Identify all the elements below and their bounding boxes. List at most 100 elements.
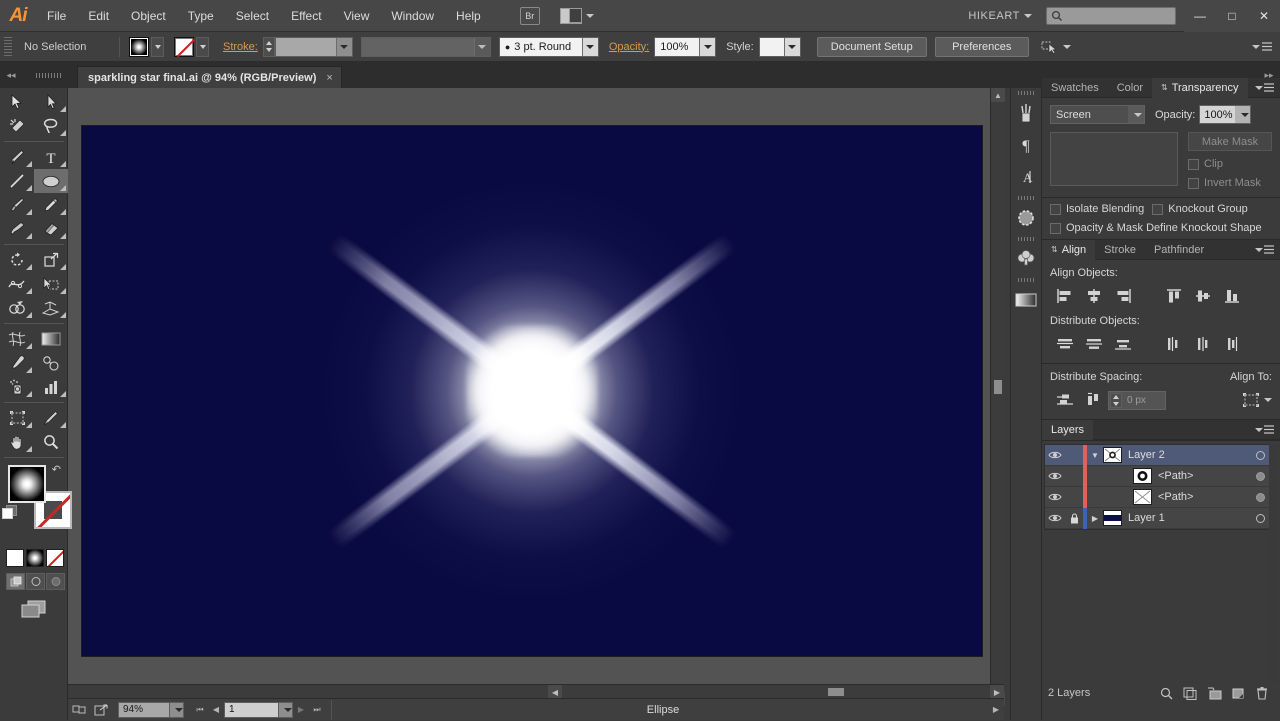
tool-slice-tool[interactable] (34, 406, 68, 430)
create-sublayer-icon[interactable] (1202, 682, 1226, 704)
brushes-icon[interactable] (1011, 97, 1041, 129)
tool-shape-builder-tool[interactable] (0, 296, 34, 320)
clip-checkbox[interactable] (1188, 158, 1199, 170)
scroll-right-icon[interactable]: ▶ (990, 685, 1004, 699)
tool-ellipse-tool[interactable] (34, 169, 68, 193)
lock-toggle[interactable] (1065, 487, 1083, 508)
screen-mode-button[interactable] (0, 590, 67, 618)
menu-type[interactable]: Type (177, 0, 225, 32)
tool-paintbrush-tool[interactable] (0, 193, 34, 217)
tab-transparency[interactable]: ⇅ Transparency (1152, 77, 1248, 98)
tool-artboard-tool[interactable] (0, 406, 34, 430)
document-horizontal-scrollbar[interactable]: ◀ ▶ (68, 684, 1004, 699)
gradient-icon[interactable] (1011, 284, 1041, 316)
stroke-swatch-dropdown[interactable] (196, 36, 209, 57)
gradient-mode-button[interactable] (26, 549, 44, 567)
tool-column-graph-tool[interactable] (34, 375, 68, 399)
knockout-group-checkbox[interactable] (1152, 203, 1164, 215)
chevron-down-icon[interactable] (1128, 106, 1144, 123)
chevron-down-icon[interactable] (473, 37, 490, 56)
stroke-weight-label[interactable]: Stroke: (223, 41, 258, 53)
menu-file[interactable]: File (36, 0, 77, 32)
layer-name[interactable]: <Path> (1158, 470, 1243, 482)
stroke-color-swatch[interactable] (174, 36, 194, 57)
chevron-down-icon[interactable] (783, 37, 800, 56)
lock-toggle-icon[interactable] (1065, 508, 1083, 529)
layers-scrollbar[interactable] (1269, 444, 1278, 683)
close-icon[interactable]: × (326, 72, 332, 84)
artboard-number-input[interactable]: 1 (224, 701, 279, 718)
isolate-blending-row[interactable]: Isolate Blending (1050, 203, 1144, 215)
previous-artboard-button[interactable]: ◀ (208, 699, 224, 721)
draw-behind-button[interactable] (26, 573, 45, 590)
make-mask-button[interactable]: Make Mask (1188, 132, 1272, 151)
stroke-weight-combo[interactable] (274, 36, 353, 57)
status-menu-button[interactable]: ▶ (988, 699, 1004, 721)
distribute-top-edge-button[interactable] (1050, 333, 1079, 355)
align-vertical-center-button[interactable] (1188, 285, 1217, 307)
invert-mask-checkbox-row[interactable]: Invert Mask (1188, 177, 1272, 189)
paragraph-icon[interactable]: ¶ (1011, 129, 1041, 161)
control-panel-menu-button[interactable] (1248, 42, 1280, 51)
expand-layer-icon[interactable]: ▼ (1087, 445, 1103, 466)
chevron-down-icon[interactable] (699, 37, 716, 56)
arrange-documents-button[interactable] (559, 7, 594, 24)
distribute-vertical-center-button[interactable] (1079, 333, 1108, 355)
menu-view[interactable]: View (333, 0, 381, 32)
zoom-level-input[interactable]: 94% (118, 701, 170, 718)
delete-selection-icon[interactable] (1250, 682, 1274, 704)
share-on-behance-icon[interactable] (90, 699, 112, 721)
stroke-weight-stepper[interactable] (262, 36, 275, 57)
tool-eraser-tool[interactable] (34, 217, 68, 241)
user-menu-chevron-icon[interactable] (1024, 13, 1032, 18)
draw-inside-button[interactable] (46, 573, 65, 590)
align-bottom-edge-button[interactable] (1217, 285, 1246, 307)
tab-color[interactable]: Color (1108, 78, 1152, 98)
first-artboard-button[interactable]: ⏮ (192, 699, 208, 721)
opacity-label[interactable]: Opacity: (609, 41, 649, 53)
chevron-down-icon[interactable] (1235, 106, 1251, 123)
align-panel-menu-button[interactable] (1251, 245, 1280, 254)
tool-width-tool[interactable] (0, 272, 34, 296)
fill-color-swatch[interactable] (129, 36, 149, 57)
graphic-style-combo[interactable] (758, 36, 801, 57)
distribute-vertical-space-button[interactable] (1050, 389, 1079, 411)
make-clipping-mask-icon[interactable] (1178, 682, 1202, 704)
visibility-toggle-icon[interactable] (1045, 487, 1065, 508)
tool-free-transform-tool[interactable] (34, 272, 68, 296)
clip-checkbox-row[interactable]: Clip (1188, 158, 1272, 170)
document-vertical-scrollbar[interactable]: ▲ ▼ (990, 88, 1005, 706)
control-bar-gripper[interactable] (4, 36, 14, 58)
table-row[interactable]: <Path> (1045, 465, 1277, 487)
show-hide-artboards-icon[interactable] (68, 699, 90, 721)
transparency-thumbnail[interactable] (1050, 132, 1178, 186)
opacity-combo[interactable]: 100% (654, 36, 717, 57)
scrollbar-thumb[interactable] (994, 380, 1002, 394)
tool-direct-selection-tool[interactable] (34, 90, 68, 114)
create-new-layer-icon[interactable] (1226, 682, 1250, 704)
document-tab[interactable]: sparkling star final.ai @ 94% (RGB/Previ… (77, 66, 342, 88)
rail-gripper[interactable] (1011, 193, 1041, 202)
visibility-toggle-icon[interactable] (1045, 445, 1065, 466)
lock-toggle[interactable] (1065, 466, 1083, 487)
close-button[interactable]: ✕ (1248, 0, 1280, 32)
distribute-horizontal-space-button[interactable] (1079, 389, 1108, 411)
align-to-button[interactable] (1242, 392, 1272, 408)
draw-normal-button[interactable] (6, 573, 25, 590)
graphic-styles-icon[interactable] (1011, 243, 1041, 275)
menu-select[interactable]: Select (225, 0, 280, 32)
hscrollbar-thumb[interactable] (828, 688, 844, 696)
expand-layer-icon[interactable]: ▶ (1087, 508, 1103, 529)
transparency-opacity-input[interactable]: 100% (1199, 105, 1252, 124)
invert-mask-checkbox[interactable] (1188, 177, 1199, 189)
swap-fill-stroke-icon[interactable]: ↶ (52, 463, 61, 476)
stroke-profile-combo[interactable] (360, 36, 491, 57)
symbols-icon[interactable] (1011, 202, 1041, 234)
menu-window[interactable]: Window (380, 0, 445, 32)
tool-pen-tool[interactable] (0, 145, 34, 169)
tool-hand-tool[interactable] (0, 430, 34, 454)
canvas-area[interactable]: ▲ ▼ ◀ ▶ 94% ⏮ ◀ 1 ▶ ⏭ E (68, 88, 1005, 721)
layers-panel-menu-button[interactable] (1251, 425, 1280, 434)
toolbar-gripper[interactable] (22, 62, 76, 88)
locate-object-icon[interactable] (1154, 682, 1178, 704)
